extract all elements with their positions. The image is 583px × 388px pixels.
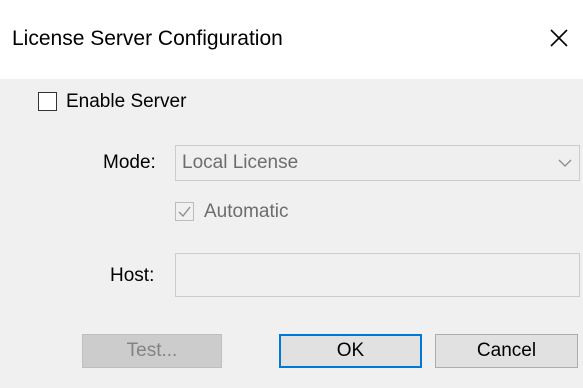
- mode-select[interactable]: Local License: [175, 145, 580, 181]
- title-bar: License Server Configuration: [0, 0, 583, 79]
- cancel-button[interactable]: Cancel: [435, 334, 578, 368]
- close-icon: [550, 29, 568, 47]
- enable-server-checkbox[interactable]: [38, 92, 57, 111]
- ok-button[interactable]: OK: [279, 334, 422, 368]
- checkmark-icon: [178, 206, 191, 218]
- dialog-content: Enable Server Mode: Local License Automa…: [0, 79, 583, 388]
- mode-select-value: Local License: [182, 152, 299, 173]
- host-label: Host:: [110, 265, 155, 286]
- automatic-label[interactable]: Automatic: [204, 201, 288, 223]
- enable-server-label[interactable]: Enable Server: [66, 91, 186, 113]
- close-button[interactable]: [537, 18, 581, 58]
- chevron-down-icon: [558, 159, 572, 167]
- mode-label: Mode:: [103, 152, 156, 173]
- window-title: License Server Configuration: [12, 27, 283, 50]
- license-server-dialog: License Server Configuration Enable Serv…: [0, 0, 583, 388]
- host-input[interactable]: [175, 253, 580, 297]
- automatic-checkbox[interactable]: [175, 202, 194, 221]
- test-button[interactable]: Test...: [82, 334, 222, 368]
